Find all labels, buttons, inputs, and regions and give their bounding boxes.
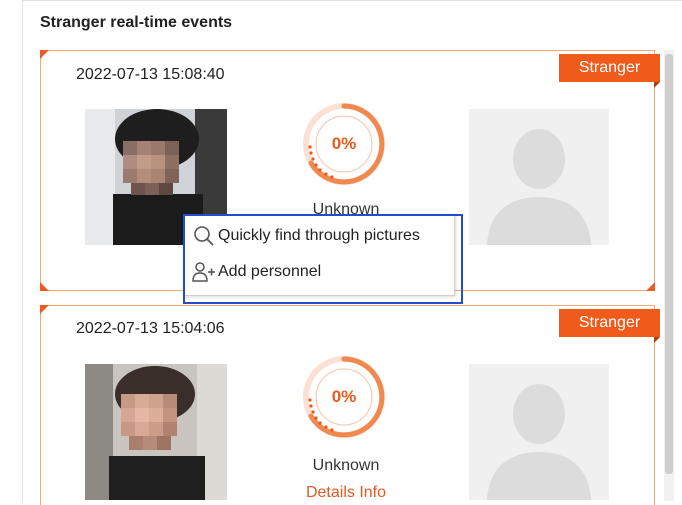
- corner-marker: [40, 305, 49, 314]
- similarity-gauge: 0%: [299, 99, 389, 189]
- similarity-value: 0%: [331, 387, 357, 406]
- scrollbar-thumb[interactable]: [665, 54, 673, 474]
- corner-marker: [646, 282, 655, 291]
- panel-title: Stranger real-time events: [40, 14, 233, 31]
- corner-marker: [40, 50, 49, 59]
- stranger-badge: Stranger: [559, 309, 660, 343]
- person-silhouette-icon: [469, 109, 609, 245]
- stranger-badge: Stranger: [559, 54, 660, 88]
- matched-person-placeholder: [469, 364, 609, 500]
- matched-person-placeholder: [469, 109, 609, 245]
- captured-face-photo[interactable]: [85, 364, 227, 500]
- person-silhouette-icon: [469, 364, 609, 500]
- details-info-link[interactable]: Details Info: [276, 484, 416, 502]
- event-timestamp: 2022-07-13 15:08:40: [76, 66, 225, 83]
- highlight-box: [183, 214, 463, 304]
- similarity-value: 0%: [331, 134, 357, 153]
- match-result-label: Unknown: [312, 457, 380, 474]
- corner-marker: [40, 282, 49, 291]
- event-timestamp: 2022-07-13 15:04:06: [76, 320, 225, 337]
- similarity-gauge: 0%: [299, 352, 389, 442]
- event-card[interactable]: 2022-07-13 15:04:06 Stranger 0% Unknown …: [40, 305, 660, 505]
